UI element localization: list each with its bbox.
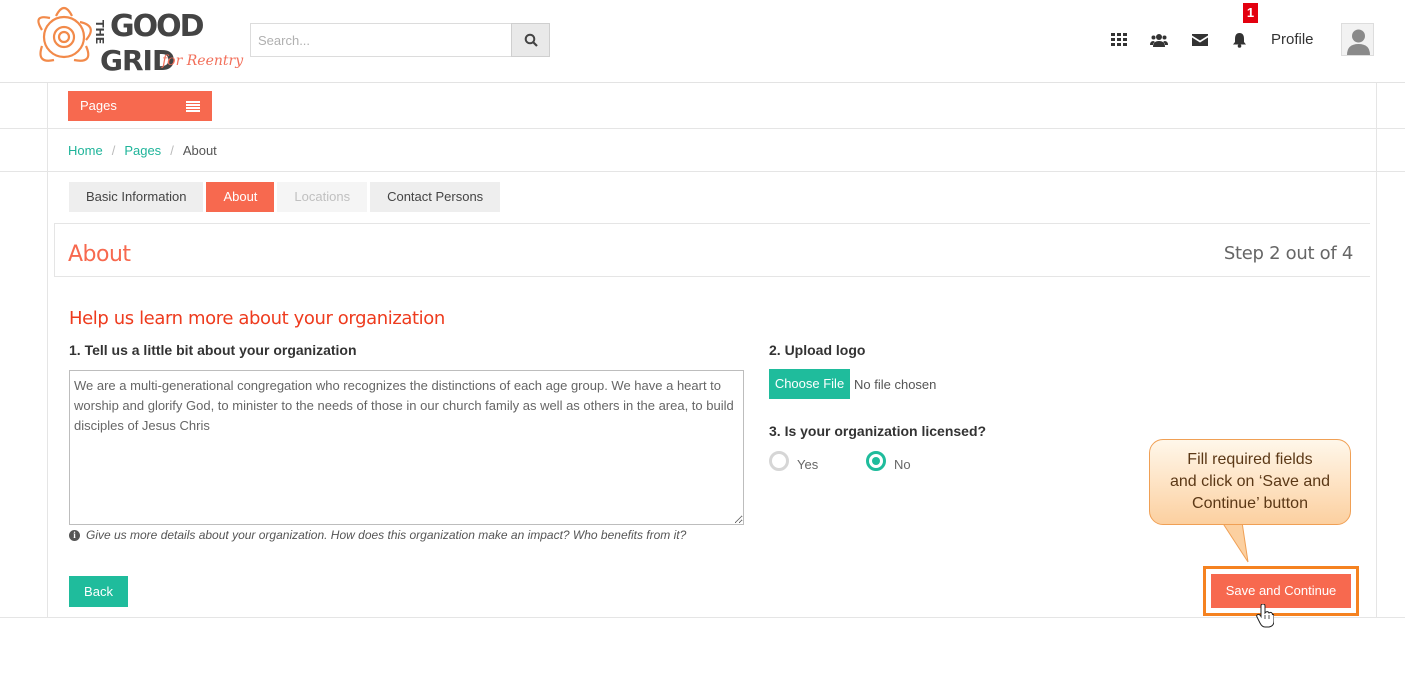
form-heading: Help us learn more about your organizati… xyxy=(69,308,445,329)
licensed-question-label: 3. Is your organization licensed? xyxy=(769,423,987,439)
wizard-tabs: Basic Information About Locations Contac… xyxy=(69,182,501,212)
pages-menu-button[interactable]: Pages xyxy=(68,91,212,121)
footer-divider xyxy=(0,617,1405,618)
tab-about[interactable]: About xyxy=(206,182,275,212)
divider xyxy=(0,171,1405,172)
save-and-continue-button[interactable]: Save and Continue xyxy=(1211,574,1351,608)
tab-basic-information[interactable]: Basic Information xyxy=(69,182,204,212)
breadcrumb-separator: / xyxy=(170,143,174,158)
svg-text:THE: THE xyxy=(93,20,106,44)
search-input[interactable] xyxy=(250,23,512,57)
avatar[interactable] xyxy=(1341,23,1374,56)
grid-icon xyxy=(1111,33,1127,46)
apps-grid-button[interactable] xyxy=(1110,31,1128,49)
breadcrumb-pages[interactable]: Pages xyxy=(124,143,161,158)
choose-file-button[interactable]: Choose File xyxy=(769,369,850,399)
about-textarea[interactable]: We are a multi-generational congregation… xyxy=(69,370,744,525)
licensed-no-radio[interactable] xyxy=(866,451,886,471)
tab-contact-persons[interactable]: Contact Persons xyxy=(370,182,501,212)
svg-text:GOOD: GOOD xyxy=(110,9,204,44)
breadcrumb-current: About xyxy=(182,143,217,158)
top-navbar: THE GOOD GRID for Reentry 1 Pro xyxy=(0,0,1405,83)
about-hint-text: Give us more details about your organiza… xyxy=(86,528,687,542)
notifications-button[interactable] xyxy=(1230,31,1248,49)
callout-pointer xyxy=(1221,522,1249,563)
profile-link[interactable]: Profile xyxy=(1271,31,1314,48)
no-file-status: No file chosen xyxy=(854,377,937,392)
tabs-divider xyxy=(54,223,1370,224)
licensed-yes-radio[interactable] xyxy=(769,451,789,471)
about-hint: i Give us more details about your organi… xyxy=(69,528,686,542)
callout-line-1: Fill required fields xyxy=(1187,451,1313,468)
upload-logo-label: 2. Upload logo xyxy=(769,342,866,358)
tutorial-callout: Fill required fields and click on ‘Save … xyxy=(1149,439,1351,525)
breadcrumb-separator: / xyxy=(111,143,116,158)
users-button[interactable] xyxy=(1150,31,1168,49)
breadcrumb-home[interactable]: Home xyxy=(68,143,103,158)
user-silhouette-icon xyxy=(1342,24,1373,55)
title-border xyxy=(54,224,55,276)
menu-lines-icon xyxy=(186,101,200,112)
pages-menu-label: Pages xyxy=(80,98,117,113)
hand-cursor-icon xyxy=(1256,604,1274,628)
info-icon: i xyxy=(69,529,80,541)
callout-line-3: Continue’ button xyxy=(1192,495,1308,512)
licensed-yes-label[interactable]: Yes xyxy=(797,457,818,472)
content-border-right xyxy=(1376,83,1377,617)
good-grid-logo[interactable]: THE GOOD GRID for Reentry xyxy=(28,2,244,74)
notification-count-badge: 1 xyxy=(1243,3,1258,23)
step-indicator: Step 2 out of 4 xyxy=(1223,243,1353,264)
search-box xyxy=(250,23,550,57)
breadcrumb: Home / Pages / About xyxy=(68,143,217,158)
search-button[interactable] xyxy=(511,23,550,57)
licensed-no-label[interactable]: No xyxy=(894,457,911,472)
content-border-left xyxy=(47,83,48,617)
bell-icon xyxy=(1232,33,1246,48)
search-icon xyxy=(524,33,538,47)
users-icon xyxy=(1150,34,1168,47)
callout-line-2: and click on ‘Save and xyxy=(1169,473,1331,490)
svg-text:for Reentry: for Reentry xyxy=(161,53,244,69)
divider xyxy=(0,128,1405,129)
tab-locations[interactable]: Locations xyxy=(277,182,368,212)
messages-button[interactable] xyxy=(1191,31,1209,49)
about-question-label: 1. Tell us a little bit about your organ… xyxy=(69,342,357,358)
back-button[interactable]: Back xyxy=(69,576,128,607)
envelope-icon xyxy=(1192,34,1208,46)
title-divider xyxy=(54,276,1370,277)
page-title: About xyxy=(68,242,131,267)
